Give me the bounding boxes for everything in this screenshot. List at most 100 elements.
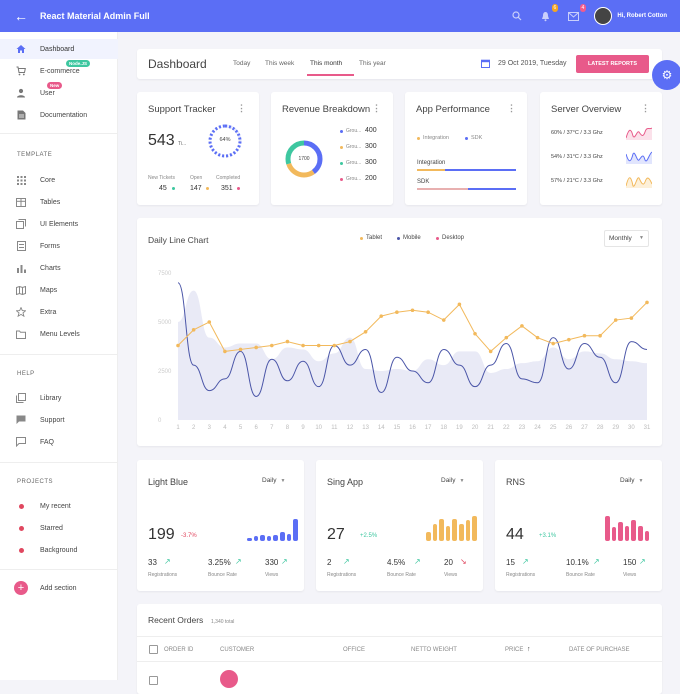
metric-value: 4.5% xyxy=(387,558,406,567)
mini-bar xyxy=(445,526,451,541)
metric-value: 10.1% xyxy=(566,558,589,567)
column-header[interactable]: PRICE xyxy=(505,647,523,653)
stat-card: Sing App Daily ▼ 27 +2.5% 2 ↗ Registrations 4.5%… xyxy=(316,460,483,591)
project-dot xyxy=(19,526,24,531)
legend-dot xyxy=(465,137,468,140)
column-header[interactable]: ORDER ID xyxy=(164,647,193,653)
chevron-down-icon: ▼ xyxy=(459,478,465,484)
tablet-point xyxy=(520,324,524,328)
sidebar-item-core[interactable]: Core xyxy=(0,170,118,190)
sidebar-divider xyxy=(0,569,118,570)
star-outline-icon xyxy=(16,307,26,317)
select-all-checkbox[interactable] xyxy=(149,645,158,654)
bar-label: Integration xyxy=(417,160,446,166)
sidebar-item-tables[interactable]: Tables xyxy=(0,192,118,212)
sidebar-item-documentation[interactable]: Documentation xyxy=(0,105,118,125)
column-header[interactable]: DATE OF PURCHASE xyxy=(569,647,630,653)
sidebar-item-dashboard[interactable]: Dashboard xyxy=(0,39,118,59)
mini-bar xyxy=(644,531,650,541)
sidebar-item-starred[interactable]: Starred xyxy=(0,518,118,538)
tickets-total: 543 xyxy=(148,132,175,149)
sidebar-divider xyxy=(0,354,118,355)
sdk-progress xyxy=(417,188,469,190)
row-checkbox[interactable] xyxy=(149,676,158,685)
avatar xyxy=(220,670,238,688)
sidebar-item-ui-elements[interactable]: UI Elements xyxy=(0,214,118,234)
period-select[interactable]: Daily ▼ xyxy=(262,477,285,484)
tablet-point xyxy=(598,333,602,338)
sidebar: Dashboard E-commerce Node.JS User New Do… xyxy=(0,32,118,680)
sidebar-item-forms[interactable]: Forms xyxy=(0,236,118,256)
sidebar-heading-help: HELP xyxy=(17,371,35,377)
notifications-bell-icon[interactable]: 6 xyxy=(538,4,559,23)
app-performance-card: App Performance ⋮ Integration SDK Integr… xyxy=(405,92,527,205)
user-greeting[interactable]: Hi, Robert Cotton xyxy=(617,13,667,19)
mini-bar xyxy=(605,516,610,541)
tab-this-month[interactable]: This month xyxy=(310,60,342,67)
period-select[interactable]: Daily ▼ xyxy=(620,477,643,484)
calendar-icon[interactable] xyxy=(481,59,490,70)
sidebar-item-user[interactable]: User New xyxy=(0,82,118,103)
recent-orders-card: Recent Orders 1,340 total ORDER ID CUSTO… xyxy=(137,604,662,694)
latest-reports-button[interactable]: LATEST REPORTS xyxy=(576,55,649,73)
sidebar-item-label: User xyxy=(40,89,55,97)
avatar[interactable] xyxy=(594,7,613,25)
legend-value: 200 xyxy=(365,175,377,182)
tablet-point xyxy=(285,339,290,344)
mail-icon[interactable]: 4 xyxy=(566,4,587,23)
metric-value: 2 xyxy=(327,558,332,567)
more-vert-icon[interactable]: ⋮ xyxy=(507,103,516,114)
x-tick-label: 21 xyxy=(487,425,494,431)
server-sparkline xyxy=(626,127,652,140)
trend-up-arrow-icon: ↗ xyxy=(639,557,646,566)
sidebar-item-library[interactable]: Library xyxy=(0,388,118,408)
sidebar-item-background[interactable]: Background xyxy=(0,540,118,560)
mini-bar xyxy=(452,518,457,541)
tablet-point xyxy=(441,318,446,322)
tablet-point xyxy=(457,302,462,307)
period-select-value: Daily xyxy=(262,477,277,484)
tickets-percent: 64% xyxy=(219,137,231,143)
tab-this-year[interactable]: This year xyxy=(359,60,386,67)
sidebar-item-faq[interactable]: FAQ xyxy=(0,432,118,452)
column-header[interactable]: NETTO WEIGHT xyxy=(411,647,457,653)
sidebar-item-my-recent[interactable]: My recent xyxy=(0,496,118,516)
document-icon xyxy=(16,110,26,120)
mini-bar xyxy=(273,534,278,541)
y-tick-label: 5000 xyxy=(158,320,172,326)
legend-dot xyxy=(340,178,343,181)
revenue-breakdown-card: Revenue Breakdown ⋮ 1700 Grou... 400 Grou.… xyxy=(271,92,393,205)
donut-center-total: 1700 xyxy=(298,156,310,162)
tab-this-week[interactable]: This week xyxy=(265,60,294,67)
bar-chart-icon xyxy=(16,263,26,273)
metric-label: Registrations xyxy=(148,572,178,578)
back-arrow-icon[interactable]: ← xyxy=(14,8,32,24)
add-section-button[interactable]: + Add section xyxy=(0,578,118,598)
column-header[interactable]: CUSTOMER xyxy=(220,647,254,653)
search-icon[interactable] xyxy=(510,9,524,23)
sidebar-item-extra[interactable]: Extra xyxy=(0,302,118,322)
sidebar-item-support[interactable]: Support xyxy=(0,410,118,430)
library-icon xyxy=(16,393,26,403)
tablet-point xyxy=(395,310,399,314)
metric-label: Views xyxy=(623,572,637,578)
settings-gear-icon[interactable]: ⚙ xyxy=(652,60,680,90)
sidebar-item-ecommerce[interactable]: E-commerce Node.JS xyxy=(0,60,118,81)
sort-arrow-up-icon[interactable]: ↑ xyxy=(527,646,531,653)
period-select[interactable]: Daily ▼ xyxy=(441,477,464,484)
sidebar-item-label: Library xyxy=(40,394,62,402)
sidebar-divider xyxy=(0,462,118,463)
more-vert-icon[interactable]: ⋮ xyxy=(237,103,246,114)
sidebar-item-charts[interactable]: Charts xyxy=(0,258,118,278)
stat-change: +3.1% xyxy=(539,533,557,539)
sidebar-item-menu-levels[interactable]: Menu Levels xyxy=(0,324,118,344)
top-app-bar: ← React Material Admin Full 6 4 Hi, Robe… xyxy=(0,0,680,32)
sidebar-item-maps[interactable]: Maps xyxy=(0,280,118,300)
column-header[interactable]: OFFICE xyxy=(343,647,365,653)
more-vert-icon[interactable]: ⋮ xyxy=(372,103,381,114)
more-vert-icon[interactable]: ⋮ xyxy=(641,103,650,114)
bar-label: SDK xyxy=(417,179,430,185)
tab-today[interactable]: Today xyxy=(233,60,250,67)
x-tick-label: 29 xyxy=(612,425,619,431)
stat-value: 44 xyxy=(506,526,524,543)
